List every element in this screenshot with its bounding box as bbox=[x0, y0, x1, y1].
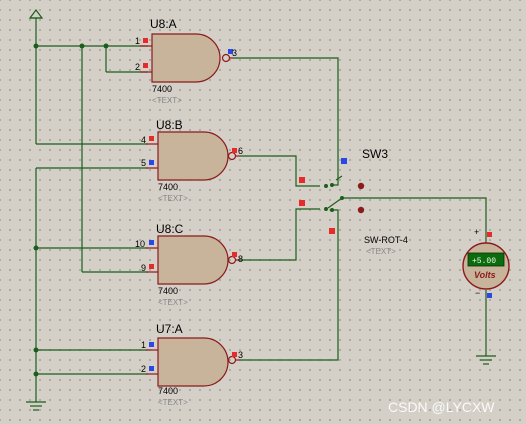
part-number: SW-ROT-4 bbox=[364, 235, 408, 245]
switch-label: SW3 bbox=[362, 147, 388, 161]
pin-number: 3 bbox=[232, 48, 237, 58]
nand-gate-u8a[interactable]: U8:A 1 2 3 7400 <TEXT> bbox=[135, 17, 237, 105]
pin-state-indicator bbox=[143, 38, 148, 43]
part-number: 7400 bbox=[158, 182, 178, 192]
pin-state-indicator bbox=[149, 264, 154, 269]
pin-state-indicator bbox=[232, 148, 237, 153]
pin-state-indicator bbox=[487, 293, 492, 298]
wire-junctions bbox=[33, 43, 109, 377]
pin-state-indicator bbox=[149, 342, 154, 347]
pin-state-indicator bbox=[341, 158, 347, 164]
pin-number: 3 bbox=[238, 350, 243, 360]
rotary-switch-sw3[interactable]: SW3 SW-ROT-4 <TEXT> bbox=[299, 147, 408, 256]
nand-gate-u8b[interactable]: U8:B 4 5 6 7400 <TEXT> bbox=[141, 118, 243, 203]
pin-number: 8 bbox=[238, 254, 243, 264]
text-placeholder: <TEXT> bbox=[366, 247, 396, 256]
pin-state-indicator bbox=[299, 177, 305, 183]
pin-number: 6 bbox=[238, 146, 243, 156]
pin-number: 2 bbox=[141, 364, 146, 374]
pin-state-indicator bbox=[329, 228, 335, 234]
pin-state-indicator bbox=[487, 232, 492, 237]
text-placeholder: <TEXT> bbox=[152, 96, 182, 105]
pin-state-indicator bbox=[232, 252, 237, 257]
gate-label: U8:B bbox=[156, 118, 183, 132]
pin-number: 2 bbox=[135, 62, 140, 72]
pin-state-indicator bbox=[232, 352, 237, 357]
pin-state-indicator bbox=[149, 160, 154, 165]
schematic-canvas[interactable]: U8:A 1 2 3 7400 <TEXT> U8:B 4 5 6 7400 <… bbox=[0, 0, 526, 424]
text-placeholder: <TEXT> bbox=[158, 194, 188, 203]
part-number: 7400 bbox=[152, 84, 172, 94]
watermark-text: CSDN @LYCXW bbox=[388, 399, 495, 415]
part-number: 7400 bbox=[158, 386, 178, 396]
pin-number: 1 bbox=[135, 36, 140, 46]
pin-state-indicator bbox=[149, 240, 154, 245]
power-terminal[interactable] bbox=[28, 9, 44, 30]
pin-number: 4 bbox=[141, 135, 146, 145]
meter-unit: Volts bbox=[474, 270, 496, 280]
ground-terminal-right[interactable] bbox=[476, 350, 496, 365]
pin-number: 10 bbox=[135, 239, 145, 249]
pin-number: 9 bbox=[141, 263, 146, 273]
part-number: 7400 bbox=[158, 286, 178, 296]
nand-gate-u8c[interactable]: U8:C 10 9 8 7400 <TEXT> bbox=[135, 222, 243, 307]
positive-terminal-label: + bbox=[474, 227, 479, 237]
negative-terminal-label: − bbox=[475, 288, 480, 298]
pin-state-indicator bbox=[149, 136, 154, 141]
gate-label: U7:A bbox=[156, 322, 183, 336]
gate-label: U8:A bbox=[150, 17, 177, 31]
wire-network bbox=[35, 30, 487, 395]
gate-label: U8:C bbox=[156, 222, 184, 236]
pin-state-indicator bbox=[149, 366, 154, 371]
pin-number: 1 bbox=[141, 340, 146, 350]
pin-number: 5 bbox=[141, 158, 146, 168]
text-placeholder: <TEXT> bbox=[158, 298, 188, 307]
pin-state-indicator bbox=[143, 63, 148, 68]
nand-gate-u7a[interactable]: U7:A 1 2 3 7400 <TEXT> bbox=[141, 322, 243, 407]
ground-terminal-left[interactable] bbox=[26, 395, 46, 411]
meter-display-value: +5.00 bbox=[472, 257, 496, 266]
text-placeholder: <TEXT> bbox=[158, 398, 188, 407]
pin-state-indicator bbox=[299, 200, 305, 206]
